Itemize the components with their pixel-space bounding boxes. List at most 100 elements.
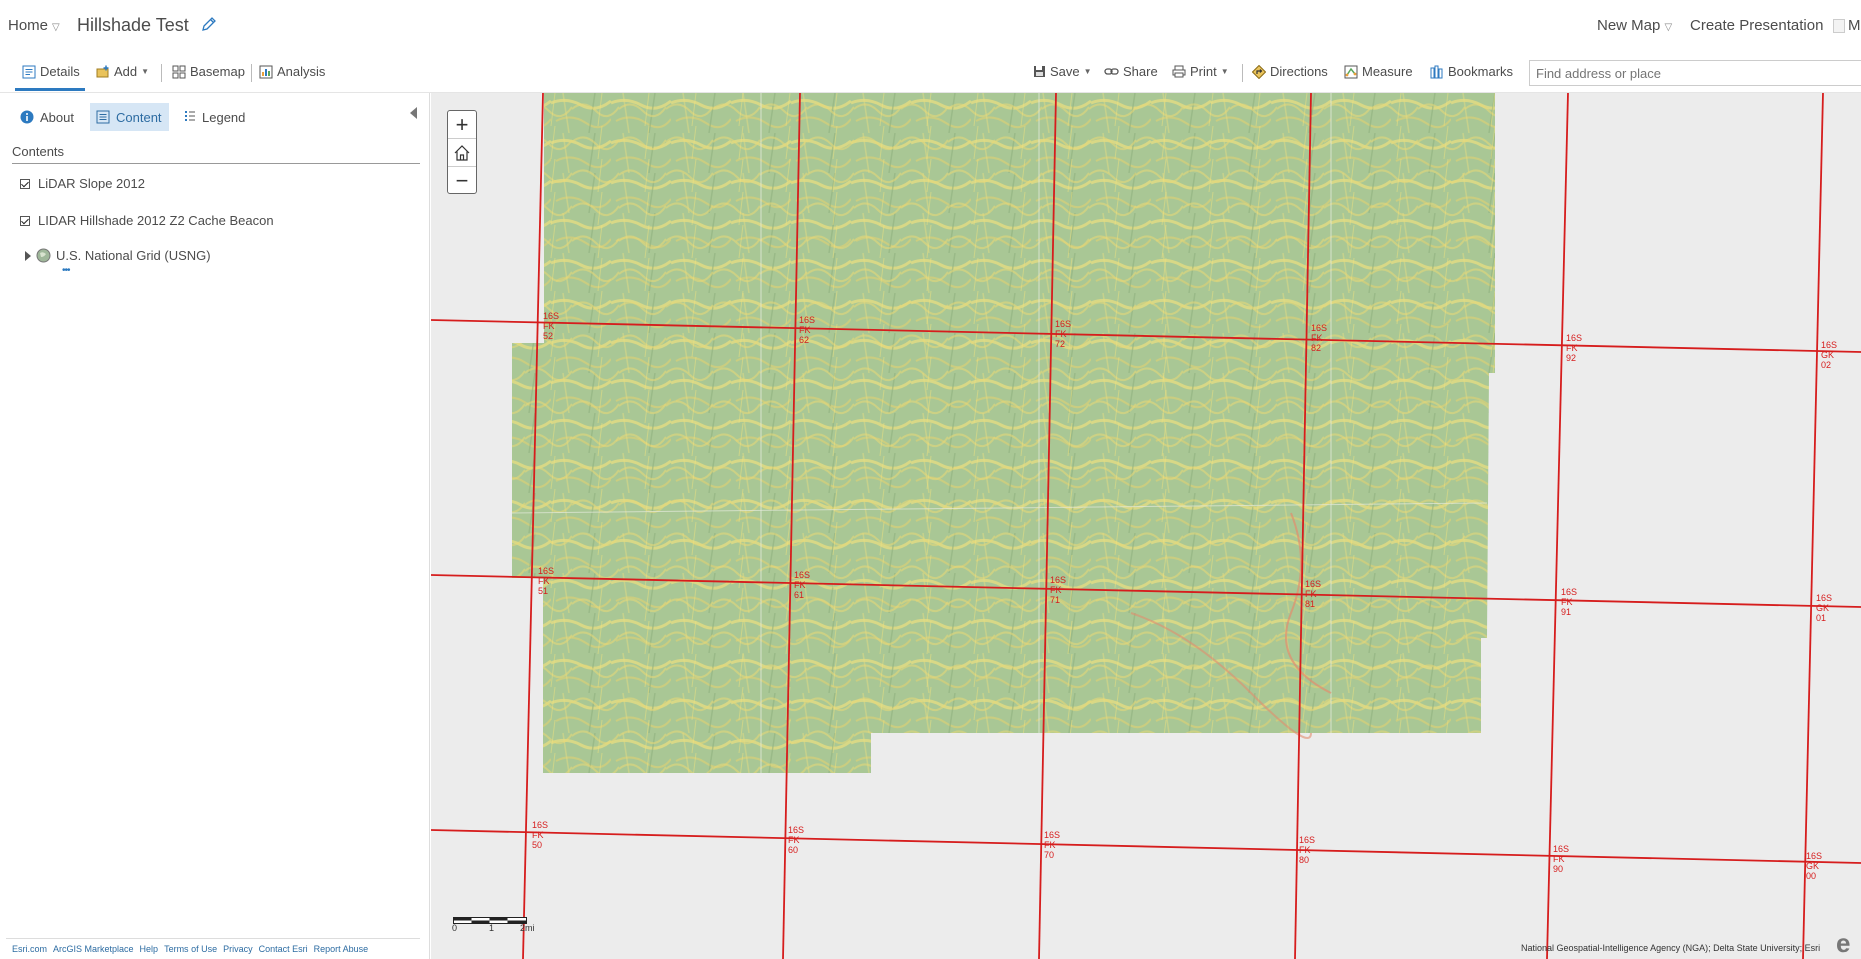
share-button[interactable]: Share: [1104, 64, 1158, 79]
new-map-menu[interactable]: New Map ▽: [1597, 17, 1672, 34]
edit-pencil-icon[interactable]: [201, 16, 217, 32]
chevron-down-icon: ▽: [52, 22, 60, 33]
user-menu[interactable]: M: [1833, 17, 1861, 34]
directions-label: Directions: [1270, 64, 1328, 79]
measure-label: Measure: [1362, 64, 1413, 79]
printer-icon: [1172, 65, 1186, 78]
grid-label: 16S FK 50: [532, 820, 549, 850]
basemap-label: Basemap: [190, 64, 245, 79]
grid-label: 16S FK 72: [1055, 319, 1072, 349]
save-label: Save: [1050, 64, 1080, 79]
grid-label: 16S FK 70: [1044, 830, 1061, 860]
share-label: Share: [1123, 64, 1158, 79]
map-view[interactable]: 16S FK 52 16S FK 62 16S FK 72 16S FK 82 …: [431, 93, 1861, 959]
bookmark-icon: [1430, 65, 1443, 78]
grid-label: 16S FK 71: [1050, 575, 1067, 605]
footer-link[interactable]: Privacy: [223, 944, 253, 954]
details-icon: [22, 65, 36, 78]
footer-link[interactable]: Terms of Use: [164, 944, 217, 954]
footer-link[interactable]: Esri.com: [12, 944, 47, 954]
layer-label: LIDAR Hillshade 2012 Z2 Cache Beacon: [38, 213, 274, 228]
floppy-disk-icon: [1034, 66, 1045, 77]
scale-label: 2mi: [520, 923, 535, 933]
map-attribution: National Geospatial-Intelligence Agency …: [1521, 943, 1821, 953]
grid-label: 16S FK 60: [788, 825, 805, 855]
home-extent-button[interactable]: [448, 139, 476, 167]
layer-item[interactable]: LIDAR Hillshade 2012 Z2 Cache Beacon: [20, 213, 274, 228]
zoom-in-button[interactable]: +: [448, 111, 476, 139]
grid-label: 16S GK 01: [1816, 593, 1833, 623]
user-initial: M: [1848, 17, 1861, 34]
print-label: Print: [1190, 64, 1217, 79]
contents-divider: [12, 163, 420, 164]
tab-content[interactable]: Content: [90, 103, 169, 131]
details-button[interactable]: Details: [22, 64, 80, 79]
scale-label: 0: [452, 923, 458, 933]
grid-label: 16S GK 02: [1821, 340, 1838, 370]
collapse-panel-arrow-icon[interactable]: [410, 107, 417, 119]
grid-label: 16S FK 61: [794, 570, 811, 600]
home-icon: [454, 144, 470, 161]
home-label: Home: [8, 17, 49, 34]
measure-icon: [1344, 65, 1358, 78]
footer-link[interactable]: Contact Esri: [259, 944, 308, 954]
layer-checkbox[interactable]: [20, 215, 30, 226]
more-options-icon[interactable]: •••: [62, 265, 70, 276]
avatar: [1833, 18, 1845, 33]
tab-content-label: Content: [116, 109, 162, 125]
chevron-down-icon: ▽: [1664, 22, 1673, 33]
add-button[interactable]: Add ▼: [96, 64, 149, 79]
details-label: Details: [40, 64, 80, 79]
toolbar-divider: [161, 64, 162, 82]
search-input[interactable]: [1529, 60, 1861, 86]
grid-label: 16S FK 92: [1566, 333, 1583, 363]
print-button[interactable]: Print ▼: [1172, 64, 1229, 79]
caret-down-icon: ▼: [1220, 67, 1229, 76]
zoom-out-button[interactable]: −: [448, 167, 476, 195]
grid-label: 16S FK 51: [538, 566, 555, 596]
globe-layer-icon: [36, 248, 51, 263]
bookmarks-button[interactable]: Bookmarks: [1430, 64, 1513, 79]
toolbar-divider: [1242, 64, 1243, 82]
active-tab-indicator: [15, 88, 85, 91]
layer-checkbox[interactable]: [20, 178, 30, 189]
grid-label: 16S FK 52: [543, 311, 560, 341]
expand-triangle-icon[interactable]: [25, 250, 31, 261]
basemap-grid-icon: [172, 65, 186, 78]
directions-icon: [1252, 64, 1266, 79]
layer-label: U.S. National Grid (USNG): [56, 248, 211, 263]
analysis-icon: [259, 65, 273, 78]
save-button[interactable]: Save ▼: [1033, 64, 1092, 79]
create-presentation-link[interactable]: Create Presentation: [1690, 17, 1823, 34]
info-icon: [20, 110, 34, 124]
toolbar: Details Add ▼ Basemap Analysis Save ▼ Sh…: [0, 52, 1861, 93]
top-bar: Home ▽ Hillshade Test New Map ▽ Create Pr…: [0, 0, 1861, 52]
grid-label: 16S FK 62: [799, 315, 816, 345]
layer-label: LiDAR Slope 2012: [38, 176, 145, 191]
tab-about[interactable]: About: [14, 103, 80, 131]
grid-label: 16S FK 82: [1311, 323, 1328, 353]
layer-item[interactable]: U.S. National Grid (USNG): [25, 248, 211, 263]
home-menu[interactable]: Home ▽: [8, 17, 60, 34]
analysis-button[interactable]: Analysis: [259, 64, 325, 79]
toolbar-divider: [251, 64, 252, 82]
tab-about-label: About: [40, 109, 74, 125]
tab-legend[interactable]: Legend: [178, 103, 251, 131]
zoom-control: + −: [447, 110, 477, 194]
legend-icon: [185, 111, 195, 121]
map-canvas: [431, 93, 1861, 959]
new-map-label: New Map: [1597, 17, 1661, 34]
terrain-raster: [511, 93, 1495, 773]
footer-link[interactable]: Report Abuse: [314, 944, 369, 954]
measure-button[interactable]: Measure: [1344, 64, 1413, 79]
caret-down-icon: ▼: [1083, 67, 1092, 76]
contents-heading: Contents: [12, 144, 65, 159]
footer-link[interactable]: Help: [140, 944, 159, 954]
layer-item[interactable]: LiDAR Slope 2012: [20, 176, 145, 191]
content-list-icon: [96, 110, 110, 124]
directions-button[interactable]: Directions: [1252, 64, 1328, 79]
footer-links: Esri.com ArcGIS Marketplace Help Terms o…: [12, 944, 368, 954]
grid-label: 16S GK 00: [1806, 851, 1823, 881]
basemap-button[interactable]: Basemap: [172, 64, 245, 79]
footer-link[interactable]: ArcGIS Marketplace: [53, 944, 134, 954]
